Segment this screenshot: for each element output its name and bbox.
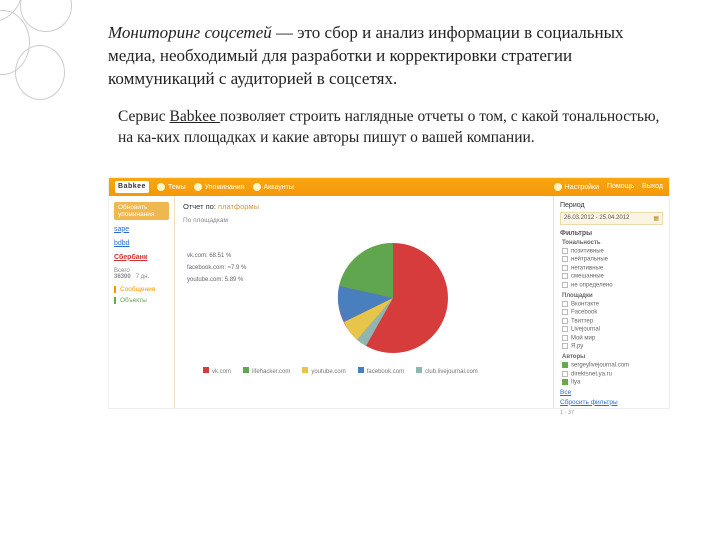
sidebar-item[interactable]: bdbd [114, 240, 169, 247]
calendar-icon[interactable]: ▦ [653, 215, 659, 222]
checkbox[interactable]: direktsnet.ya.ru [560, 371, 663, 378]
sidebar-sub-messages[interactable]: Сообщения [114, 286, 169, 293]
babkee-link[interactable]: Babkee [170, 108, 220, 125]
checkbox[interactable]: позитивные [560, 248, 663, 255]
filter-group-platforms: Площадки Вконтакте Facebook Твиттер Live… [560, 293, 663, 350]
refresh-button[interactable]: Обновить упоминания [114, 202, 169, 220]
sidebar-item-active[interactable]: Сбербанк [114, 254, 169, 261]
paragraph: Сервис Babkee позволяет строить наглядны… [118, 107, 660, 149]
checkbox[interactable]: смешанные [560, 273, 663, 280]
checkbox[interactable]: негативные [560, 265, 663, 272]
nav-settings[interactable]: Настройки [554, 183, 599, 191]
date-range[interactable]: 26.03.2012 - 25.04.2012▦ [560, 212, 663, 225]
checkbox[interactable]: Ilya [560, 379, 663, 386]
nav-exit[interactable]: Выход [642, 183, 663, 190]
nav-help[interactable]: Помощь [607, 183, 634, 190]
filter-panel: Период 26.03.2012 - 25.04.2012▦ Фильтры … [553, 196, 669, 408]
heading: Мониторинг соцсетей — это сбор и анализ … [108, 22, 670, 91]
checkbox[interactable]: Facebook [560, 309, 663, 316]
breadcrumb: По площадкам [183, 217, 545, 224]
main-panel: Отчет по: платформы По площадкам vk.com:… [175, 196, 553, 408]
screenshot-app: Babkee Темы Упоминания Аккаунты Настройк… [108, 177, 670, 409]
topbar: Babkee Темы Упоминания Аккаунты Настройк… [109, 178, 669, 196]
heading-term: Мониторинг соцсетей [108, 23, 272, 42]
app-logo: Babkee [115, 181, 149, 193]
nav-accounts[interactable]: Аккаунты [253, 183, 294, 191]
pie-chart [333, 238, 453, 358]
nav-themes[interactable]: Темы [157, 183, 186, 191]
all-link[interactable]: Все [560, 389, 663, 396]
sidebar: Обновить упоминания sape bdbd Сбербанк В… [109, 196, 175, 408]
checkbox[interactable]: sergeylivejournal.com [560, 362, 663, 369]
checkbox[interactable]: Мой мир [560, 335, 663, 342]
checkbox[interactable]: Я.ру [560, 343, 663, 350]
checkbox[interactable]: нейтральные [560, 256, 663, 263]
result-count: 1 - 37 [560, 410, 663, 416]
sidebar-item[interactable]: sape [114, 226, 169, 233]
period-label: Период [560, 202, 663, 209]
report-title: Отчет по: платформы [183, 202, 545, 211]
checkbox[interactable]: Вконтакте [560, 301, 663, 308]
filters-title: Фильтры [560, 230, 663, 237]
pie-labels: vk.com: 68.51 % facebook.com: ≈7.9 % you… [187, 250, 246, 286]
checkbox[interactable]: не определено [560, 282, 663, 289]
checkbox[interactable]: Livejournal [560, 326, 663, 333]
checkbox[interactable]: Твиттер [560, 318, 663, 325]
sidebar-sub-objects[interactable]: Объекты [114, 297, 169, 304]
filter-group-tonality: Тональность позитивные нейтральные негат… [560, 240, 663, 289]
filter-group-authors: Авторы sergeylivejournal.com direktsnet.… [560, 354, 663, 396]
pie-legend: vk.com lifehacker.com youtube.com facebo… [203, 367, 478, 375]
clear-filters[interactable]: Сбросить фильтры [560, 399, 663, 406]
nav-mentions[interactable]: Упоминания [194, 183, 245, 191]
sidebar-stat: Всего 36300 7 дн. [114, 268, 169, 280]
